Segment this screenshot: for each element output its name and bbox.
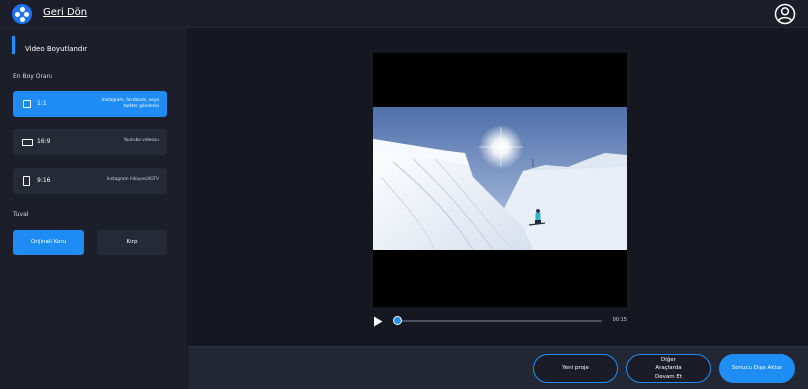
seek-track[interactable] (397, 320, 602, 322)
crop-button[interactable]: Kırp (97, 230, 167, 255)
export-result-button[interactable]: Sonucu Dışa Aktar (719, 354, 795, 383)
action-footer: Yeni proje Diğer Araçlarda Devam Et Sonu… (188, 346, 808, 389)
ratio-option-16-9[interactable]: 16:9 Youtube videosu (13, 129, 167, 155)
landscape-icon (22, 139, 33, 146)
ratio-option-9-16[interactable]: 9:16 Instagram hikayesi/IGTV (13, 168, 167, 194)
square-icon (23, 100, 31, 108)
video-duration: 00:15 (612, 317, 627, 323)
video-player-controls: 00:15 (373, 313, 627, 329)
play-icon[interactable] (373, 316, 383, 327)
keep-original-button[interactable]: Orijinali Koru (13, 230, 84, 255)
user-account-button[interactable] (774, 3, 796, 25)
settings-sidebar: Video Boyutlandır En Boy Oranı 1:1 Insta… (0, 28, 187, 389)
aspect-ratio-label: En Boy Oranı (13, 73, 53, 80)
video-preview[interactable] (373, 53, 627, 307)
user-icon (774, 3, 796, 25)
back-link[interactable]: Geri Dön (43, 7, 87, 18)
new-project-button[interactable]: Yeni proje (533, 354, 618, 383)
portrait-icon (23, 176, 30, 186)
preview-stage: 00:15 (188, 28, 808, 346)
sidebar-title: Video Boyutlandır (12, 36, 87, 54)
top-bar: Geri Dön (0, 0, 808, 28)
seek-handle[interactable] (393, 316, 402, 325)
ratio-option-1-1[interactable]: 1:1 Instagram, facebook, veya twitter gö… (13, 91, 167, 117)
app-logo[interactable] (12, 4, 32, 24)
video-frame-image (373, 107, 627, 250)
continue-other-tools-button[interactable]: Diğer Araçlarda Devam Et (626, 354, 711, 383)
canvas-fill-label: Tuval (13, 211, 29, 218)
